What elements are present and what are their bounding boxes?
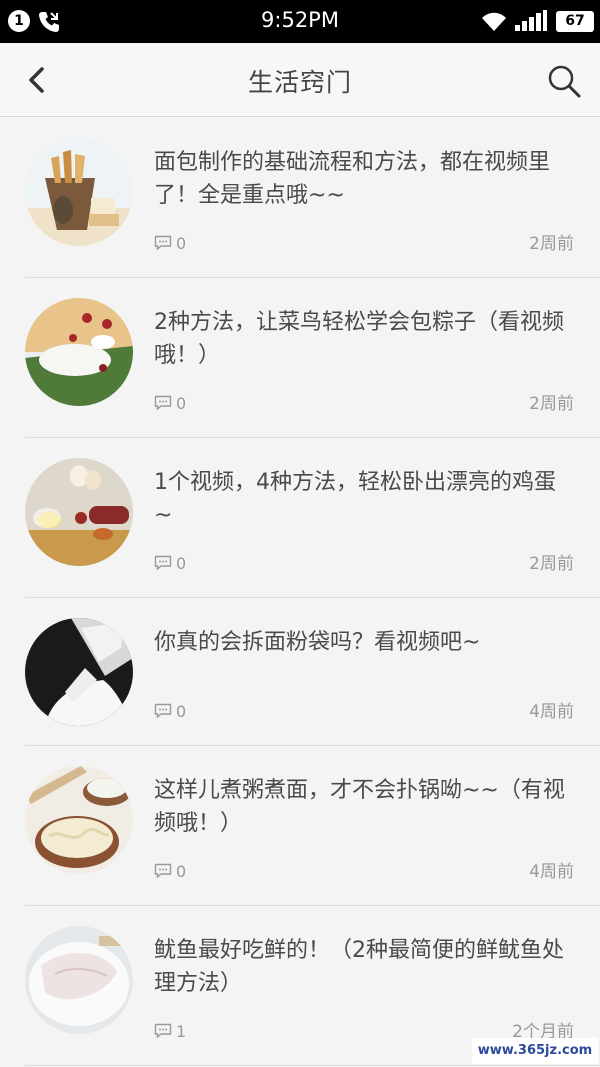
comment-count: 0 [154,860,186,882]
article-list: 面包制作的基础流程和方法，都在视频里了！全是重点哦~~ 0 2周前 2种方法，让… [0,118,600,1066]
article-title: 1个视频，4种方法，轻松卧出漂亮的鸡蛋~ [154,470,556,528]
comment-count: 1 [154,1020,186,1042]
comment-count: 0 [154,552,186,574]
article-item[interactable]: 1个视频，4种方法，轻松卧出漂亮的鸡蛋~ 0 2周前 [0,438,600,598]
comment-icon [154,1023,172,1039]
comment-count: 0 [154,232,186,254]
article-title: 面包制作的基础流程和方法，都在视频里了！全是重点哦~~ [154,150,551,208]
article-time: 2周前 [529,554,574,574]
article-item[interactable]: 你真的会拆面粉袋吗？看视频吧~ 0 4周前 [0,598,600,746]
comment-count-value: 0 [176,701,187,721]
comment-icon [154,395,172,411]
zongzi-thumbnail [25,298,133,406]
article-time: 4周前 [529,862,574,882]
comment-count-value: 0 [176,553,187,573]
article-item[interactable]: 这样儿煮粥煮面，才不会扑锅呦~~（有视频哦！） 0 4周前 [0,746,600,906]
article-item[interactable]: 面包制作的基础流程和方法，都在视频里了！全是重点哦~~ 0 2周前 [0,118,600,278]
article-item[interactable]: 2种方法，让菜鸟轻松学会包粽子（看视频哦！） 0 2周前 [0,278,600,438]
comment-icon [154,235,172,251]
top-bar: 生活窍门 [0,43,600,117]
article-title: 你真的会拆面粉袋吗？看视频吧~ [154,630,481,655]
article-title: 2种方法，让菜鸟轻松学会包粽子（看视频哦！） [154,310,564,368]
status-time: 9:52PM [261,8,339,32]
squid-thumbnail [25,926,133,1034]
signal-icon [515,10,547,31]
comment-icon [154,863,172,879]
comment-count-value: 1 [176,1021,187,1041]
bread-thumbnail [25,138,133,246]
article-title: 这样儿煮粥煮面，才不会扑锅呦~~（有视频哦！） [154,778,565,836]
watermark: www.365jz.com [472,1038,598,1064]
status-bar: 1 9:52PM 67 [0,0,600,43]
article-title: 鱿鱼最好吃鲜的！（2种最简便的鲜鱿鱼处理方法） [154,938,564,996]
comment-count-value: 0 [176,233,187,253]
page-title: 生活窍门 [247,68,352,97]
article-time: 4周前 [529,702,574,722]
article-time: 2周前 [529,394,574,414]
comment-count: 0 [154,392,186,414]
comment-count: 0 [154,700,186,722]
comment-count-value: 0 [176,393,187,413]
wifi-icon [482,12,506,31]
comment-count-value: 0 [176,861,187,881]
noodles-thumbnail [25,766,133,874]
article-time: 2周前 [529,234,574,254]
eggs-thumbnail [25,458,133,566]
search-button[interactable] [544,61,584,101]
comment-icon [154,703,172,719]
comment-icon [154,555,172,571]
battery-icon: 67 [556,11,594,32]
flour-thumbnail [25,618,133,726]
